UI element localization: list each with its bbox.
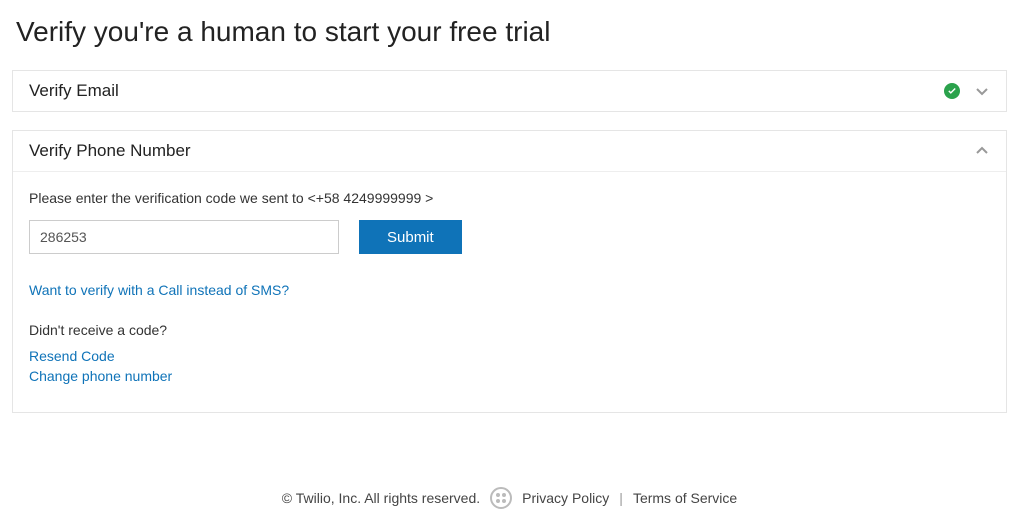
submit-button[interactable]: Submit [359,220,462,254]
copyright-text: © Twilio, Inc. All rights reserved. [282,490,480,506]
page-title: Verify you're a human to start your free… [12,16,1007,48]
instruction-prefix: Please enter the verification code we se… [29,190,316,206]
verify-email-title: Verify Email [29,81,119,101]
phone-number: +58 4249999999 [316,190,422,206]
verify-email-header[interactable]: Verify Email [13,71,1006,111]
change-phone-link[interactable]: Change phone number [29,368,990,384]
footer: © Twilio, Inc. All rights reserved. Priv… [0,487,1019,509]
check-circle-icon [944,83,960,99]
chevron-down-icon [974,83,990,99]
verify-email-panel: Verify Email [12,70,1007,112]
verify-with-call-link[interactable]: Want to verify with a Call instead of SM… [29,282,990,298]
terms-of-service-link[interactable]: Terms of Service [633,490,737,506]
footer-separator: | [619,490,623,506]
verification-instruction: Please enter the verification code we se… [29,190,990,206]
verify-phone-title: Verify Phone Number [29,141,191,161]
verify-phone-header[interactable]: Verify Phone Number [13,131,1006,171]
verify-phone-panel: Verify Phone Number Please enter the ver… [12,130,1007,413]
chevron-up-icon [974,143,990,159]
verification-code-input[interactable] [29,220,339,254]
instruction-suffix: > [421,190,433,206]
twilio-logo-icon [490,487,512,509]
resend-code-link[interactable]: Resend Code [29,348,990,364]
privacy-policy-link[interactable]: Privacy Policy [522,490,609,506]
no-code-text: Didn't receive a code? [29,322,990,338]
